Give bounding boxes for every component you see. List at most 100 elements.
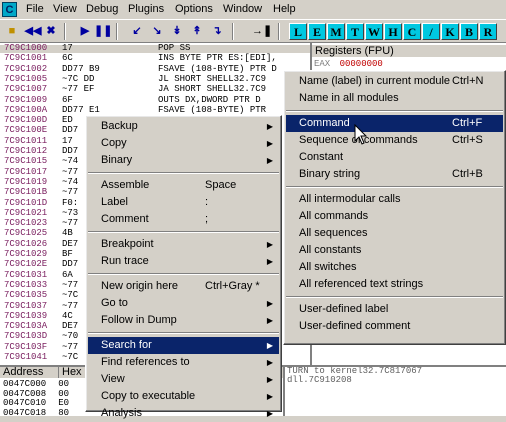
disasm-hex: DD77 E1: [62, 104, 100, 115]
step-over-icon[interactable]: ↘: [148, 23, 166, 39]
context-item-breakpoint[interactable]: Breakpoint ▶: [88, 236, 279, 253]
search-item-all-commands[interactable]: All commands: [286, 208, 503, 225]
disasm-address: 7C9C1007: [4, 84, 48, 95]
dump-row[interactable]: 0047C010 E0: [3, 398, 69, 408]
search-item-command[interactable]: Command Ctrl+F: [286, 115, 503, 132]
search-item-all-sequences[interactable]: All sequences: [286, 225, 503, 242]
trace-over-icon[interactable]: ↟: [188, 23, 206, 39]
call-stack-window-button[interactable]: K: [441, 23, 459, 40]
submenu-arrow-icon: ▶: [266, 341, 273, 350]
search-item-binary-string[interactable]: Binary string Ctrl+B: [286, 166, 503, 183]
dump-col-hex[interactable]: Hex: [58, 367, 82, 378]
disasm-hex: ~77 EF: [62, 84, 95, 95]
disasm-address: 7C9C1026: [4, 238, 48, 249]
context-item-label[interactable]: Label:: [88, 194, 279, 211]
step-into-icon[interactable]: ↙: [128, 23, 146, 39]
context-item-binary[interactable]: Binary ▶: [88, 152, 279, 169]
disasm-address: 7C9C100A: [4, 104, 48, 115]
patches-window-button[interactable]: /: [422, 23, 440, 40]
disasm-row[interactable]: 7C9C1001 6C INS BYTE PTR ES:[EDI],: [0, 54, 310, 63]
submenu-arrow-icon: ▶: [266, 122, 273, 131]
search-item-all-intermodular-calls[interactable]: All intermodular calls: [286, 191, 503, 208]
dump-row[interactable]: 0047C000 00: [3, 379, 69, 389]
menu-view[interactable]: View: [53, 3, 77, 15]
cpu-window-button[interactable]: C: [403, 23, 421, 40]
disasm-hex: ~70: [62, 331, 79, 342]
log-window-button[interactable]: L: [289, 23, 307, 40]
context-item-assemble[interactable]: Assemble Space: [88, 177, 279, 194]
menu-item-label: Constant: [299, 151, 344, 163]
modules-window-button[interactable]: E: [308, 23, 326, 40]
disasm-row[interactable]: 7C9C1007 ~77 EF JA SHORT SHELL32.7C9: [0, 84, 310, 95]
trace-into-icon[interactable]: ↡: [168, 23, 186, 39]
disasm-hex: ~77: [62, 341, 79, 352]
search-item-all-referenced-text-strings[interactable]: All referenced text strings: [286, 276, 503, 293]
menu-debug[interactable]: Debug: [86, 3, 118, 15]
rewind-icon[interactable]: ◀◀: [24, 23, 42, 39]
context-item-view[interactable]: View ▶: [88, 371, 279, 388]
disasm-hex: 17: [62, 43, 73, 53]
search-for-submenu: Name (label) in current module Ctrl+N Name…: [283, 70, 506, 345]
stack-pane[interactable]: TURN to kernel32.7C817067 dll.7C910208: [283, 365, 506, 416]
execute-till-return-icon[interactable]: ↴: [208, 23, 226, 39]
menu-item-label: All switches: [299, 261, 357, 273]
context-item-go-to[interactable]: Go to ▶: [88, 295, 279, 312]
menu-item-label: All sequences: [299, 227, 368, 239]
search-item-constant[interactable]: Constant: [286, 149, 503, 166]
submenu-arrow-icon: ▶: [266, 299, 273, 308]
threads-window-button[interactable]: T: [346, 23, 364, 40]
menu-options[interactable]: Options: [175, 3, 213, 15]
search-item-user-defined-comment[interactable]: User-defined comment: [286, 318, 503, 335]
context-item-backup[interactable]: Backup ▶: [88, 118, 279, 135]
context-item-run-trace[interactable]: Run trace ▶: [88, 253, 279, 270]
memory-window-button[interactable]: M: [327, 23, 345, 40]
menu-item-label: View: [101, 373, 125, 385]
disasm-hex: DD77 B9: [62, 63, 100, 74]
disasm-address: 7C9C1011: [4, 135, 48, 146]
pause-icon[interactable]: ❚❚: [94, 23, 112, 39]
close-icon[interactable]: ✖: [42, 23, 60, 39]
context-item-find-references-to[interactable]: Find references to ▶: [88, 354, 279, 371]
search-item-name-in-all-modules[interactable]: Name in all modules: [286, 90, 503, 107]
context-item-analysis[interactable]: Analysis ▶: [88, 405, 279, 422]
disasm-row[interactable]: 7C9C1005 ~7C DD JL SHORT SHELL32.7C9: [0, 75, 310, 84]
context-item-search-for[interactable]: Search for ▶: [88, 337, 279, 354]
context-item-comment[interactable]: Comment;: [88, 211, 279, 228]
context-item-copy[interactable]: Copy ▶: [88, 135, 279, 152]
context-item-new-origin-here[interactable]: New origin here Ctrl+Gray *: [88, 278, 279, 295]
run-icon[interactable]: ▶: [76, 23, 94, 39]
dump-col-address[interactable]: Address: [3, 367, 43, 378]
windows-window-button[interactable]: W: [365, 23, 383, 40]
register-eax-row[interactable]: EAX 00000000: [314, 59, 383, 69]
references-window-button[interactable]: R: [479, 23, 497, 40]
search-item-all-switches[interactable]: All switches: [286, 259, 503, 276]
disasm-row[interactable]: 7C9C1009 6F OUTS DX,DWORD PTR D: [0, 95, 310, 105]
menu-help[interactable]: Help: [273, 3, 296, 15]
search-item-name-label-in-current-module[interactable]: Name (label) in current module Ctrl+N: [286, 73, 503, 90]
context-item-copy-to-executable[interactable]: Copy to executable ▶: [88, 388, 279, 405]
submenu-arrow-icon: ▶: [266, 139, 273, 148]
context-item-follow-in-dump[interactable]: Follow in Dump ▶: [88, 312, 279, 329]
breakpoints-window-button[interactable]: B: [460, 23, 478, 40]
disasm-hex: 4C: [62, 310, 73, 321]
menu-file[interactable]: File: [26, 3, 44, 15]
goto-icon[interactable]: →❚: [252, 23, 272, 39]
disasm-row[interactable]: 7C9C100A DD77 E1 FSAVE (108-BYTE) PTR: [0, 104, 310, 115]
search-item-all-constants[interactable]: All constants: [286, 242, 503, 259]
dump-row[interactable]: 0047C018 80: [3, 408, 69, 417]
dump-row[interactable]: 0047C008 00: [3, 389, 69, 399]
menu-plugins[interactable]: Plugins: [128, 3, 164, 15]
search-item-user-defined-label[interactable]: User-defined label: [286, 301, 503, 318]
search-item-sequence-of-commands[interactable]: Sequence of commands Ctrl+S: [286, 132, 503, 149]
open-folder-icon[interactable]: ■: [3, 23, 21, 39]
menu-item-label: Backup: [101, 120, 138, 132]
disasm-address: 7C9C1035: [4, 290, 48, 301]
disasm-address: 7C9C100D: [4, 115, 48, 126]
disasm-address: 7C9C101D: [4, 197, 48, 208]
submenu-arrow-icon: ▶: [266, 375, 273, 384]
disasm-row[interactable]: 7C9C1000 17 POP SS: [0, 43, 310, 53]
menu-item-label: Name in all modules: [299, 92, 399, 104]
disasm-row[interactable]: 7C9C1002 DD77 B9 FSAVE (108-BYTE) PTR D: [0, 63, 310, 74]
menu-window[interactable]: Window: [223, 3, 262, 15]
handles-window-button[interactable]: H: [384, 23, 402, 40]
